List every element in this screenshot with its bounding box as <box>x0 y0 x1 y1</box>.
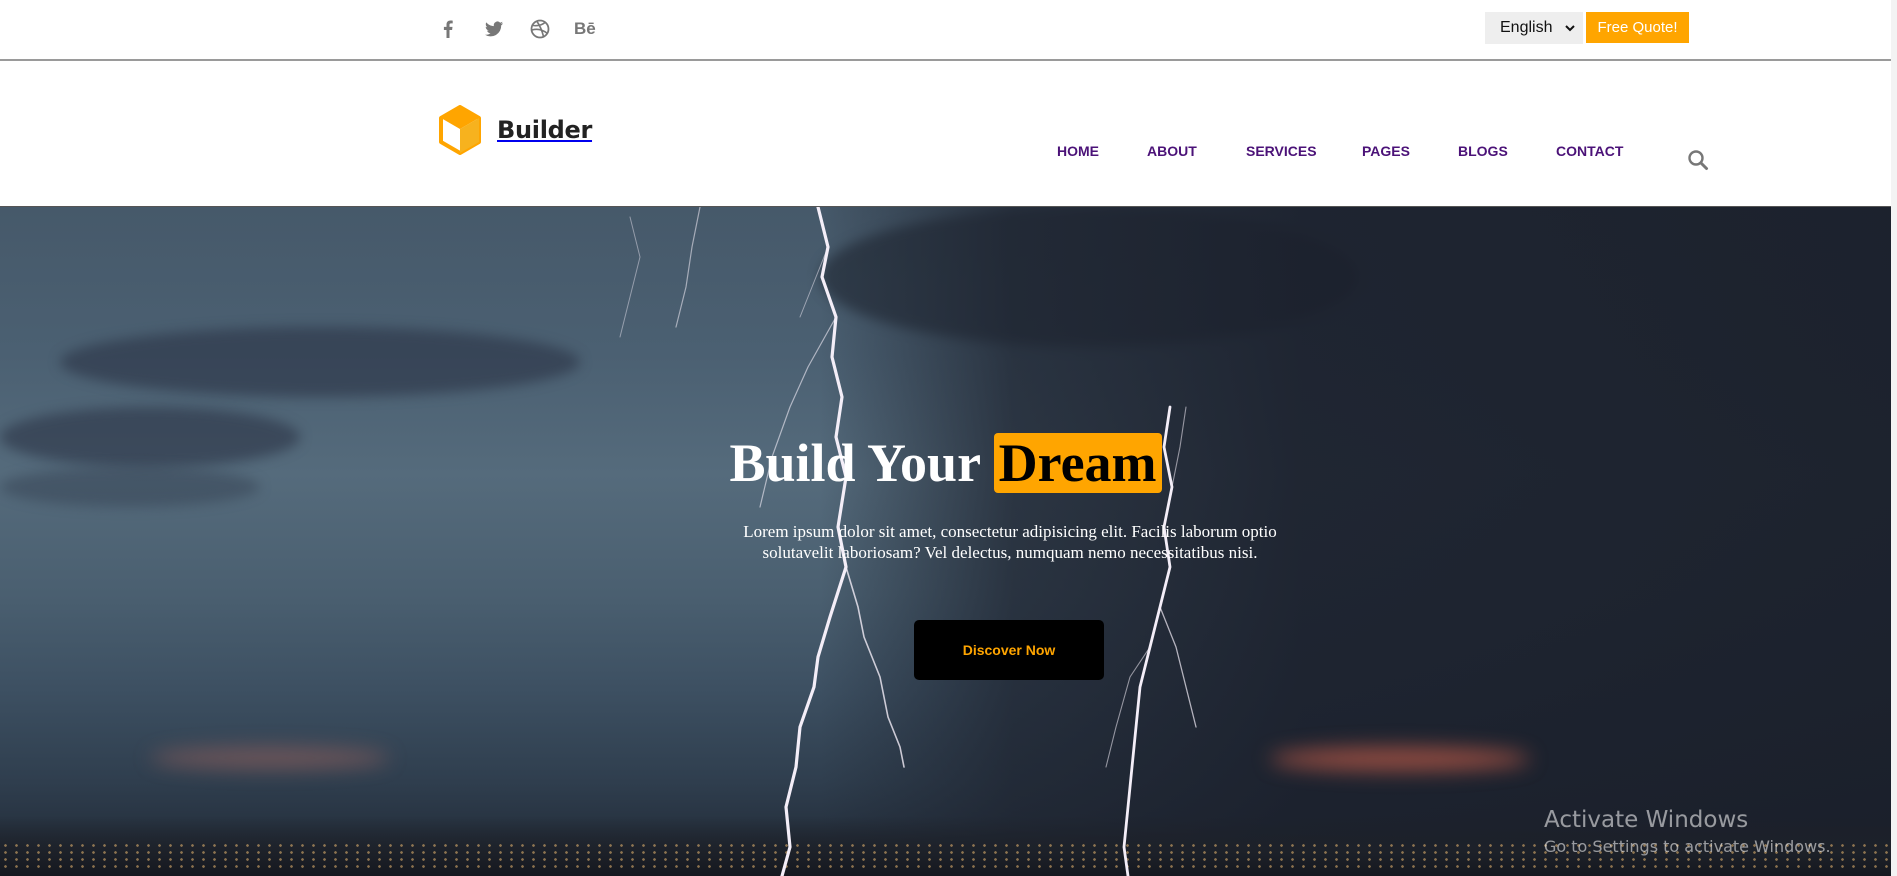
social-links: Bē <box>436 17 620 41</box>
hero-title-text: Build Your <box>729 433 994 493</box>
hero-section: Build Your Dream Lorem ipsum dolor sit a… <box>0 207 1891 876</box>
logo[interactable]: Builder <box>438 105 592 155</box>
facebook-icon[interactable] <box>436 17 460 41</box>
behance-label: Bē <box>574 19 596 38</box>
cube-logo-icon <box>439 105 481 155</box>
behance-icon[interactable]: Bē <box>574 17 598 41</box>
browser-viewport: Bē English Free Quote! Builder HOME ABOU… <box>0 0 1897 876</box>
hero-description: Lorem ipsum dolor sit amet, consectetur … <box>743 522 1277 562</box>
watermark-subtitle: Go to Settings to activate Windows. <box>1544 837 1831 856</box>
nav-contact[interactable]: CONTACT <box>1556 143 1636 159</box>
nav-services[interactable]: SERVICES <box>1246 143 1362 159</box>
logo-text: Builder <box>497 116 593 144</box>
free-quote-button[interactable]: Free Quote! <box>1586 12 1689 43</box>
nav-pages[interactable]: PAGES <box>1362 143 1458 159</box>
watermark-title: Activate Windows <box>1544 807 1749 833</box>
nav-blogs[interactable]: BLOGS <box>1458 143 1556 159</box>
site-header: Builder HOME ABOUT SERVICES PAGES BLOGS … <box>0 61 1891 207</box>
main-nav: HOME ABOUT SERVICES PAGES BLOGS CONTACT <box>1057 143 1636 159</box>
chevron-down-icon <box>1565 25 1575 32</box>
nav-home[interactable]: HOME <box>1057 143 1147 159</box>
activate-windows-watermark: Activate Windows Go to Settings to activ… <box>1544 806 1831 860</box>
hero-title: Build Your Dream <box>0 432 1891 494</box>
vertical-scrollbar[interactable] <box>1891 0 1897 876</box>
twitter-icon[interactable] <box>482 17 506 41</box>
page: Bē English Free Quote! Builder HOME ABOU… <box>0 0 1891 876</box>
discover-now-button[interactable]: Discover Now <box>914 620 1104 680</box>
top-bar: Bē English Free Quote! <box>0 0 1891 61</box>
search-icon[interactable] <box>1687 149 1709 171</box>
nav-about[interactable]: ABOUT <box>1147 143 1246 159</box>
dribbble-icon[interactable] <box>528 17 552 41</box>
language-select[interactable]: English <box>1485 12 1583 44</box>
language-value: English <box>1500 19 1553 36</box>
hero-title-highlight: Dream <box>993 433 1162 493</box>
